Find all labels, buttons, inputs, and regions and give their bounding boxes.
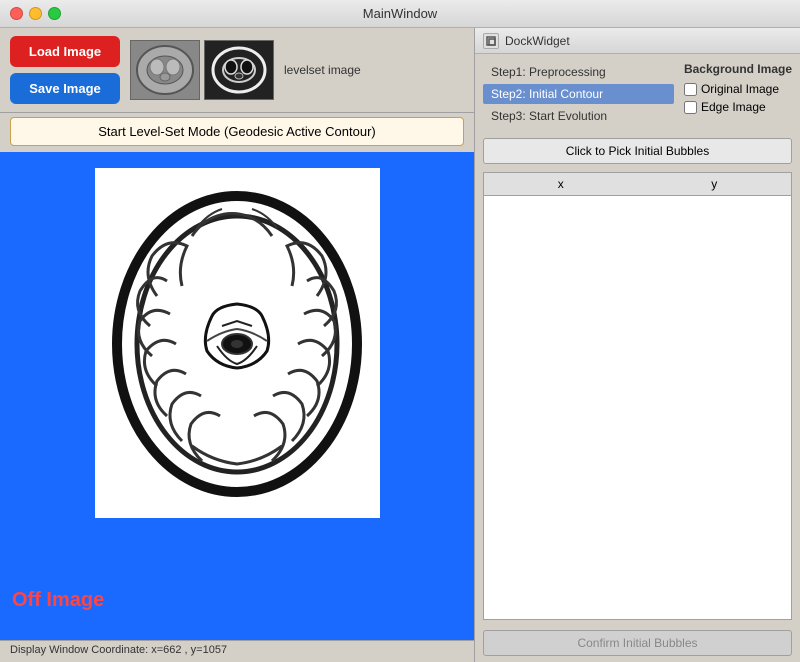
thumbnail-original[interactable] bbox=[130, 40, 200, 100]
minimize-button[interactable] bbox=[29, 7, 42, 20]
edge-image-option[interactable]: Edge Image bbox=[684, 100, 792, 114]
left-panel: Load Image Save Image bbox=[0, 28, 475, 662]
pick-bubbles-button[interactable]: Click to Pick Initial Bubbles bbox=[483, 138, 792, 164]
step2-item[interactable]: Step2: Initial Contour bbox=[483, 84, 674, 104]
dock-widget: DockWidget Step1: Preprocessing Step2: I… bbox=[475, 28, 800, 662]
load-image-button[interactable]: Load Image bbox=[10, 36, 120, 67]
edge-image-checkbox[interactable] bbox=[684, 101, 697, 114]
steps-area: Step1: Preprocessing Step2: Initial Cont… bbox=[475, 54, 800, 134]
thumbnail-label: levelset image bbox=[284, 63, 361, 77]
brain-mri-image bbox=[102, 176, 372, 511]
dock-title: DockWidget bbox=[505, 34, 570, 48]
off-image-label: Off Image bbox=[12, 589, 104, 612]
titlebar: MainWindow bbox=[0, 0, 800, 28]
step3-item[interactable]: Step3: Start Evolution bbox=[483, 106, 674, 126]
close-button[interactable] bbox=[10, 7, 23, 20]
main-layout: Load Image Save Image bbox=[0, 28, 800, 662]
original-image-label: Original Image bbox=[701, 82, 779, 96]
col-y-header: y bbox=[638, 173, 792, 196]
brain-image-container bbox=[95, 168, 380, 518]
step1-item[interactable]: Step1: Preprocessing bbox=[483, 62, 674, 82]
background-options: Background Image Original Image Edge Ima… bbox=[684, 62, 792, 126]
steps-list: Step1: Preprocessing Step2: Initial Cont… bbox=[483, 62, 674, 126]
window-controls[interactable] bbox=[10, 7, 61, 20]
coordinates-table: x y bbox=[483, 172, 792, 620]
maximize-button[interactable] bbox=[48, 7, 61, 20]
col-x-header: x bbox=[484, 173, 638, 196]
original-image-option[interactable]: Original Image bbox=[684, 82, 792, 96]
image-canvas-area[interactable]: Off Image bbox=[0, 152, 474, 640]
window-title: MainWindow bbox=[363, 6, 437, 21]
save-image-button[interactable]: Save Image bbox=[10, 73, 120, 104]
levelset-button-row: Start Level-Set Mode (Geodesic Active Co… bbox=[0, 113, 474, 152]
status-text: Display Window Coordinate: x=662 , y=105… bbox=[10, 644, 227, 656]
levelset-mode-button[interactable]: Start Level-Set Mode (Geodesic Active Co… bbox=[10, 117, 464, 146]
image-thumbnails: levelset image bbox=[130, 40, 361, 100]
edge-image-label: Edge Image bbox=[701, 100, 766, 114]
status-bar: Display Window Coordinate: x=662 , y=105… bbox=[0, 640, 474, 662]
confirm-bubbles-button[interactable]: Confirm Initial Bubbles bbox=[483, 630, 792, 656]
thumbnail-processed[interactable] bbox=[204, 40, 274, 100]
toolbar: Load Image Save Image bbox=[0, 28, 474, 113]
dock-float-button[interactable] bbox=[483, 33, 499, 49]
dock-titlebar: DockWidget bbox=[475, 28, 800, 54]
original-image-checkbox[interactable] bbox=[684, 83, 697, 96]
bg-options-title: Background Image bbox=[684, 62, 792, 76]
action-buttons: Load Image Save Image bbox=[10, 36, 120, 104]
